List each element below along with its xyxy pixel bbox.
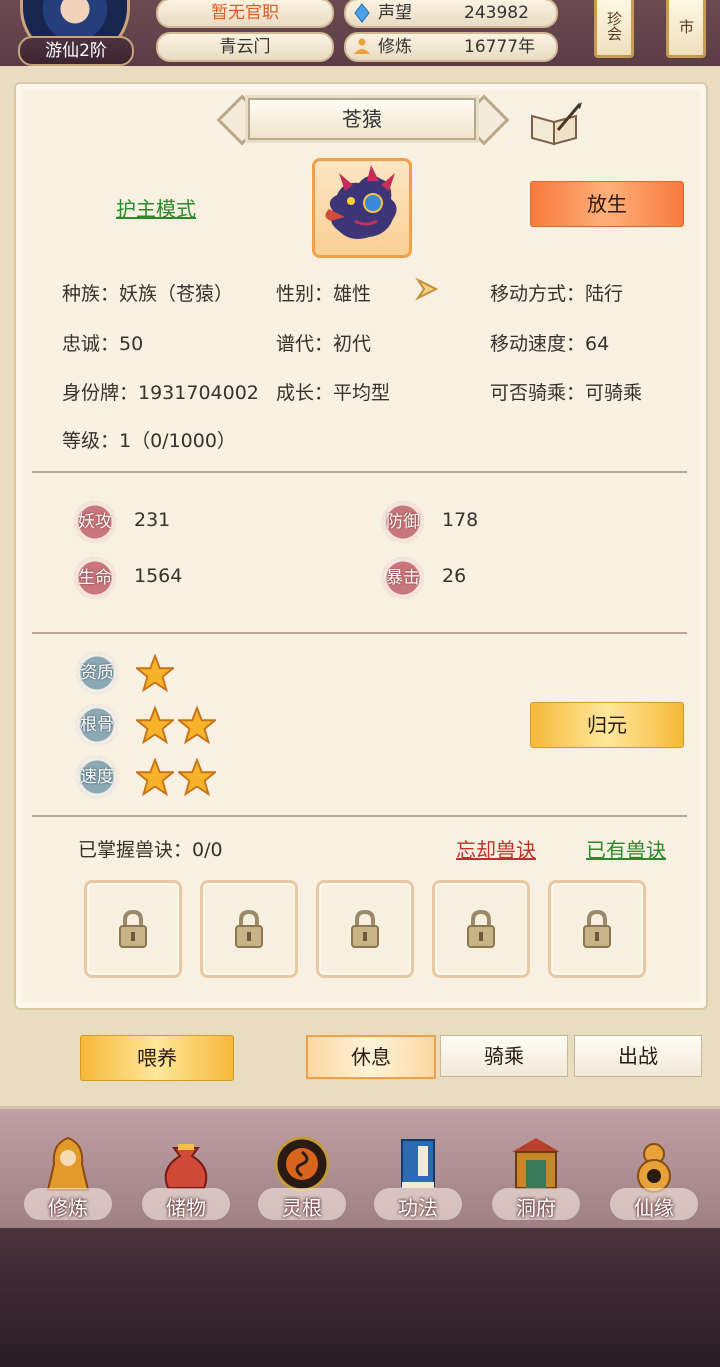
skill-slot[interactable] bbox=[200, 880, 298, 978]
nav-techniques[interactable]: 功法 bbox=[370, 1128, 466, 1228]
owned-skills-link[interactable]: 已有兽诀 bbox=[586, 834, 666, 863]
speed-badge: 速度 bbox=[76, 756, 118, 798]
nav-label: 储物 bbox=[166, 1196, 206, 1220]
market-button[interactable]: 市 bbox=[666, 0, 706, 58]
cultivation-stat: 修炼 16777年 bbox=[344, 32, 558, 62]
meditation-icon bbox=[354, 38, 370, 54]
bottom-background bbox=[0, 1228, 720, 1367]
bag-icon bbox=[164, 1144, 208, 1189]
loyalty-info: 忠诚：50 bbox=[62, 333, 144, 355]
reputation-value: 243982 bbox=[464, 3, 529, 23]
nav-label: 仙缘 bbox=[634, 1196, 674, 1220]
ride-tab[interactable]: 骑乘 bbox=[440, 1035, 568, 1077]
pet-portrait[interactable] bbox=[312, 158, 412, 258]
quill-book-icon[interactable] bbox=[528, 100, 584, 146]
release-pet-button[interactable]: 放生 bbox=[530, 181, 684, 227]
lock-icon bbox=[235, 909, 263, 948]
diamond-icon bbox=[354, 3, 370, 23]
gender-switch-arrow-icon[interactable] bbox=[414, 274, 446, 304]
star-icon bbox=[136, 758, 174, 796]
cultivation-label: 修炼 bbox=[378, 37, 412, 57]
rest-tab[interactable]: 休息 bbox=[306, 1035, 436, 1079]
spirit-root-icon bbox=[274, 1136, 330, 1192]
gourd-icon bbox=[637, 1143, 671, 1193]
reputation-label: 声望 bbox=[378, 3, 412, 23]
official-title: 暂无官职 bbox=[156, 0, 334, 28]
star-icon bbox=[178, 758, 216, 796]
level-info: 等级：1（0/1000） bbox=[62, 430, 236, 452]
nav-cultivate[interactable]: 修炼 bbox=[20, 1128, 116, 1228]
nav-fate[interactable]: 仙缘 bbox=[606, 1128, 702, 1228]
hp-stat-value: 1564 bbox=[134, 565, 183, 587]
generation-info: 谱代：初代 bbox=[276, 333, 372, 355]
move-type-info: 移动方式：陆行 bbox=[490, 283, 624, 305]
pet-creature-icon bbox=[325, 165, 397, 239]
crit-stat-value: 26 bbox=[442, 565, 467, 587]
defense-stat-value: 178 bbox=[442, 509, 479, 531]
treasure-fair-button[interactable]: 珍会 bbox=[594, 0, 634, 58]
reset-pet-button[interactable]: 归元 bbox=[530, 702, 684, 748]
cultivation-value: 16777年 bbox=[464, 37, 536, 57]
hp-stat-badge: 生命 bbox=[74, 557, 116, 599]
growth-info: 成长：平均型 bbox=[276, 382, 391, 404]
nav-spirit-root[interactable]: 灵根 bbox=[254, 1128, 350, 1228]
lock-icon bbox=[119, 909, 147, 948]
divider-1 bbox=[32, 471, 687, 473]
sect-name: 青云门 bbox=[156, 32, 334, 62]
mastered-skills-count: 已掌握兽诀：0/0 bbox=[78, 839, 223, 861]
star-icon bbox=[136, 706, 174, 744]
divider-2 bbox=[32, 632, 687, 634]
lock-icon bbox=[467, 909, 495, 948]
skill-slot[interactable] bbox=[316, 880, 414, 978]
nav-label: 修炼 bbox=[48, 1196, 88, 1220]
pet-name: 苍猿 bbox=[248, 98, 476, 140]
nav-label: 功法 bbox=[398, 1196, 438, 1220]
reputation-stat: 声望 243982 bbox=[344, 0, 558, 28]
defense-stat-badge: 防御 bbox=[382, 501, 424, 543]
gender-info: 性别：雄性 bbox=[276, 283, 372, 305]
crit-stat-badge: 暴击 bbox=[382, 557, 424, 599]
nav-storage[interactable]: 储物 bbox=[138, 1128, 234, 1228]
lock-icon bbox=[583, 909, 611, 948]
aptitude-badge: 资质 bbox=[76, 652, 118, 694]
cave-house-icon bbox=[512, 1138, 560, 1189]
top-status-bar: 游仙2阶 暂无官职 青云门 声望 243982 修炼 16777年 珍会 市 bbox=[0, 0, 720, 69]
rideable-info: 可否骑乘：可骑乘 bbox=[490, 382, 643, 404]
divider-3 bbox=[32, 815, 687, 817]
attack-stat-badge: 妖攻 bbox=[74, 501, 116, 543]
move-speed-info: 移动速度：64 bbox=[490, 333, 610, 355]
skill-slot[interactable] bbox=[84, 880, 182, 978]
attack-stat-value: 231 bbox=[134, 509, 171, 531]
star-icon bbox=[136, 654, 174, 692]
bone-badge: 根骨 bbox=[76, 704, 118, 746]
nav-cave-house[interactable]: 洞府 bbox=[488, 1128, 584, 1228]
skill-slot[interactable] bbox=[432, 880, 530, 978]
cultivate-icon bbox=[46, 1136, 90, 1191]
guard-mode-link[interactable]: 护主模式 bbox=[116, 193, 196, 222]
forget-skill-link[interactable]: 忘却兽诀 bbox=[456, 834, 536, 863]
race-info: 种族：妖族（苍猿） bbox=[62, 283, 234, 305]
nav-label: 灵根 bbox=[282, 1196, 322, 1220]
nav-label: 洞府 bbox=[516, 1196, 556, 1220]
feed-button[interactable]: 喂养 bbox=[80, 1035, 234, 1081]
star-icon bbox=[178, 706, 216, 744]
pet-name-plate: 苍猿 bbox=[216, 94, 510, 146]
battle-tab[interactable]: 出战 bbox=[574, 1035, 702, 1077]
lock-icon bbox=[351, 909, 379, 948]
id-tag-info: 身份牌：1931704002 bbox=[62, 382, 259, 404]
rank-badge: 游仙2阶 bbox=[18, 36, 134, 66]
skill-slot[interactable] bbox=[548, 880, 646, 978]
book-icon bbox=[401, 1139, 435, 1188]
